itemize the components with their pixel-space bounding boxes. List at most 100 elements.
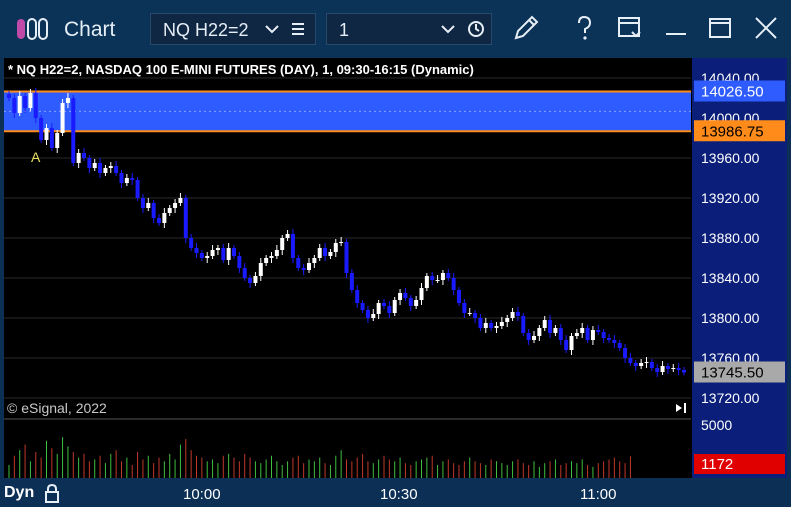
candle-body (505, 318, 510, 322)
candle-body (398, 293, 403, 300)
candle-body (660, 366, 665, 372)
candle-body (28, 93, 33, 108)
candle-body (623, 348, 628, 358)
candle-body (365, 310, 370, 318)
symbol-selector[interactable]: NQ H22=2 (150, 13, 316, 45)
interval-selector[interactable]: 1 (326, 13, 492, 45)
candle-body (633, 363, 638, 366)
candle-body (371, 314, 376, 318)
window-menu-icon[interactable] (614, 12, 646, 44)
candle-body (44, 128, 49, 140)
candle-body (564, 340, 569, 350)
candle-body (467, 313, 472, 314)
candle-body (671, 368, 676, 369)
candle-body (601, 332, 606, 338)
candle-body (87, 158, 92, 168)
candle-body (210, 250, 215, 256)
candle-body (189, 238, 194, 248)
candle-body (451, 278, 456, 290)
candle-body (178, 198, 183, 203)
candle-body (248, 278, 253, 283)
candle-body (98, 163, 103, 173)
candle-body (612, 340, 617, 343)
volume-scale-label: 5000 (701, 417, 732, 433)
candle-body (483, 323, 488, 328)
candle-body (151, 203, 156, 218)
price-tick-label: 13920.00 (701, 190, 760, 206)
chart-canvas[interactable]: 14040.0014000.0013960.0013920.0013880.00… (4, 58, 787, 478)
candle-body (124, 178, 129, 183)
scroll-to-end-icon[interactable] (676, 404, 682, 412)
candle-body (446, 273, 451, 278)
candle-body (435, 280, 440, 281)
candle-body (103, 168, 108, 173)
candle-body (548, 320, 553, 333)
candle-body (590, 330, 595, 340)
chevron-down-icon[interactable] (265, 24, 279, 34)
time-axis[interactable]: Dyn 10:00 10:30 11:00 (0, 478, 791, 507)
price-tick-label: 13880.00 (701, 230, 760, 246)
candle-body (157, 218, 161, 223)
minimize-icon[interactable] (660, 12, 692, 44)
candle-body (510, 312, 515, 318)
copyright-label: © eSignal, 2022 (7, 400, 107, 416)
candle-body (489, 323, 494, 328)
candle-body (242, 268, 247, 278)
lock-icon[interactable] (44, 483, 60, 503)
chart-area[interactable]: 14040.00 14000.00 13960.00 13920.00 13880.00… (4, 58, 787, 478)
candle-body (280, 238, 285, 250)
candle-body (682, 370, 686, 373)
candle-body (23, 96, 28, 108)
candle-body (494, 326, 499, 328)
candle-body (574, 333, 579, 336)
close-icon[interactable] (750, 12, 782, 44)
clock-icon[interactable] (467, 20, 485, 38)
candle-body (215, 248, 220, 250)
candle-body (558, 328, 563, 340)
maximize-icon[interactable] (704, 12, 736, 44)
band-high-price-label: 14026.50 (701, 84, 764, 101)
candle-body (382, 303, 386, 306)
candle-body (665, 366, 670, 369)
candle-body (194, 248, 199, 253)
candle-body (585, 328, 590, 340)
candle-body (462, 303, 467, 313)
candle-body (301, 268, 306, 270)
band-low-price-label: 13986.75 (701, 123, 764, 140)
candle-body (226, 248, 231, 260)
candle-body (339, 242, 344, 243)
candle-body (55, 133, 60, 148)
last-volume-label: 1172 (701, 456, 733, 473)
candle-body (205, 256, 210, 258)
candle-body (424, 276, 429, 288)
candle-body (237, 256, 242, 268)
candle-body (71, 98, 76, 163)
candle-body (258, 263, 263, 276)
scroll-to-end-icon[interactable] (684, 403, 686, 413)
candle-body (344, 242, 349, 273)
candle-body (232, 248, 236, 256)
list-icon[interactable] (291, 22, 305, 36)
chevron-down-icon[interactable] (441, 24, 455, 34)
time-tick-label: 10:30 (380, 486, 418, 503)
help-icon[interactable] (568, 12, 600, 44)
candle-body (12, 98, 17, 113)
price-tick-label: 13960.00 (701, 150, 760, 166)
candle-body (473, 313, 478, 318)
title-bar: Chart NQ H22=2 1 (0, 0, 791, 58)
time-tick-label: 10:00 (183, 486, 221, 503)
last-price-label: 13745.50 (701, 365, 764, 382)
candle-body (290, 234, 295, 258)
pencil-icon[interactable] (510, 12, 542, 44)
candle-body (419, 288, 424, 300)
candle-body (569, 336, 574, 350)
candle-body (655, 368, 660, 372)
candle-body (392, 300, 397, 313)
price-tick-label: 13800.00 (701, 310, 760, 326)
price-tick-label: 13720.00 (701, 390, 760, 406)
price-range-band[interactable] (4, 91, 691, 132)
candle-body (440, 273, 445, 280)
candle-body (607, 338, 611, 340)
candle-body (532, 336, 536, 340)
candle-body (253, 276, 258, 283)
